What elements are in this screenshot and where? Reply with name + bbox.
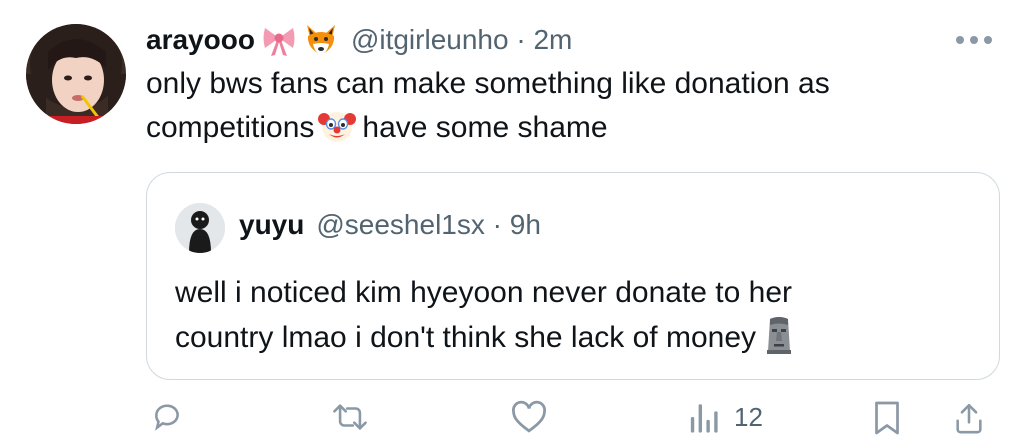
quoted-text: well i noticed kim hyeyoon never donate … (175, 271, 975, 360)
views-button[interactable]: 12 (688, 400, 763, 434)
quoted-tweet[interactable]: yuyu @seeshel1sx · 9h well i noticed kim… (146, 172, 1000, 380)
tweet-text-line-2: competitions have some shame (146, 106, 996, 150)
quoted-separator: · (492, 209, 502, 240)
views-icon (688, 400, 722, 434)
tweet-text-line-2-end: have some shame (362, 111, 608, 144)
tweet-text-line-1: only bws fans can make something like do… (146, 67, 830, 100)
share-icon[interactable] (952, 400, 986, 436)
quoted-display-name[interactable]: yuyu (239, 209, 304, 241)
like-icon[interactable] (510, 400, 548, 434)
separator: · (516, 24, 526, 55)
quoted-text-line-2-wrap: country lmao i don't think she lack of m… (175, 315, 975, 360)
quoted-header: yuyu @seeshel1sx · 9h (239, 209, 541, 241)
tweet[interactable]: arayooo @itgirleunho · 2m only bws fans … (0, 0, 1024, 448)
retweet-icon[interactable] (330, 400, 370, 434)
tweet-text: only bws fans can make something like do… (146, 62, 996, 150)
bookmark-icon[interactable] (872, 400, 902, 436)
timestamp[interactable]: 2m (533, 24, 572, 55)
quoted-timestamp[interactable]: 9h (510, 209, 541, 240)
handle[interactable]: @itgirleunho (351, 24, 509, 55)
moai-icon (764, 315, 794, 355)
quoted-avatar[interactable] (175, 203, 225, 253)
quoted-handle[interactable]: @seeshel1sx (316, 209, 485, 240)
views-count: 12 (734, 401, 763, 432)
reply-icon[interactable] (150, 400, 184, 434)
tweet-text-line-2-start: competitions (146, 111, 315, 144)
more-options-icon[interactable] (956, 36, 992, 44)
ribbon-icon (261, 22, 297, 58)
avatar[interactable] (26, 24, 126, 124)
quoted-text-line-1: well i noticed kim hyeyoon never donate … (175, 276, 793, 309)
clown-face-icon (318, 107, 357, 145)
tweet-header: arayooo @itgirleunho · 2m (146, 22, 572, 58)
display-name[interactable]: arayooo (146, 24, 255, 56)
action-bar: 12 (0, 400, 1024, 448)
fox-face-icon (303, 22, 339, 58)
quoted-text-line-2: country lmao i don't think she lack of m… (175, 321, 757, 354)
